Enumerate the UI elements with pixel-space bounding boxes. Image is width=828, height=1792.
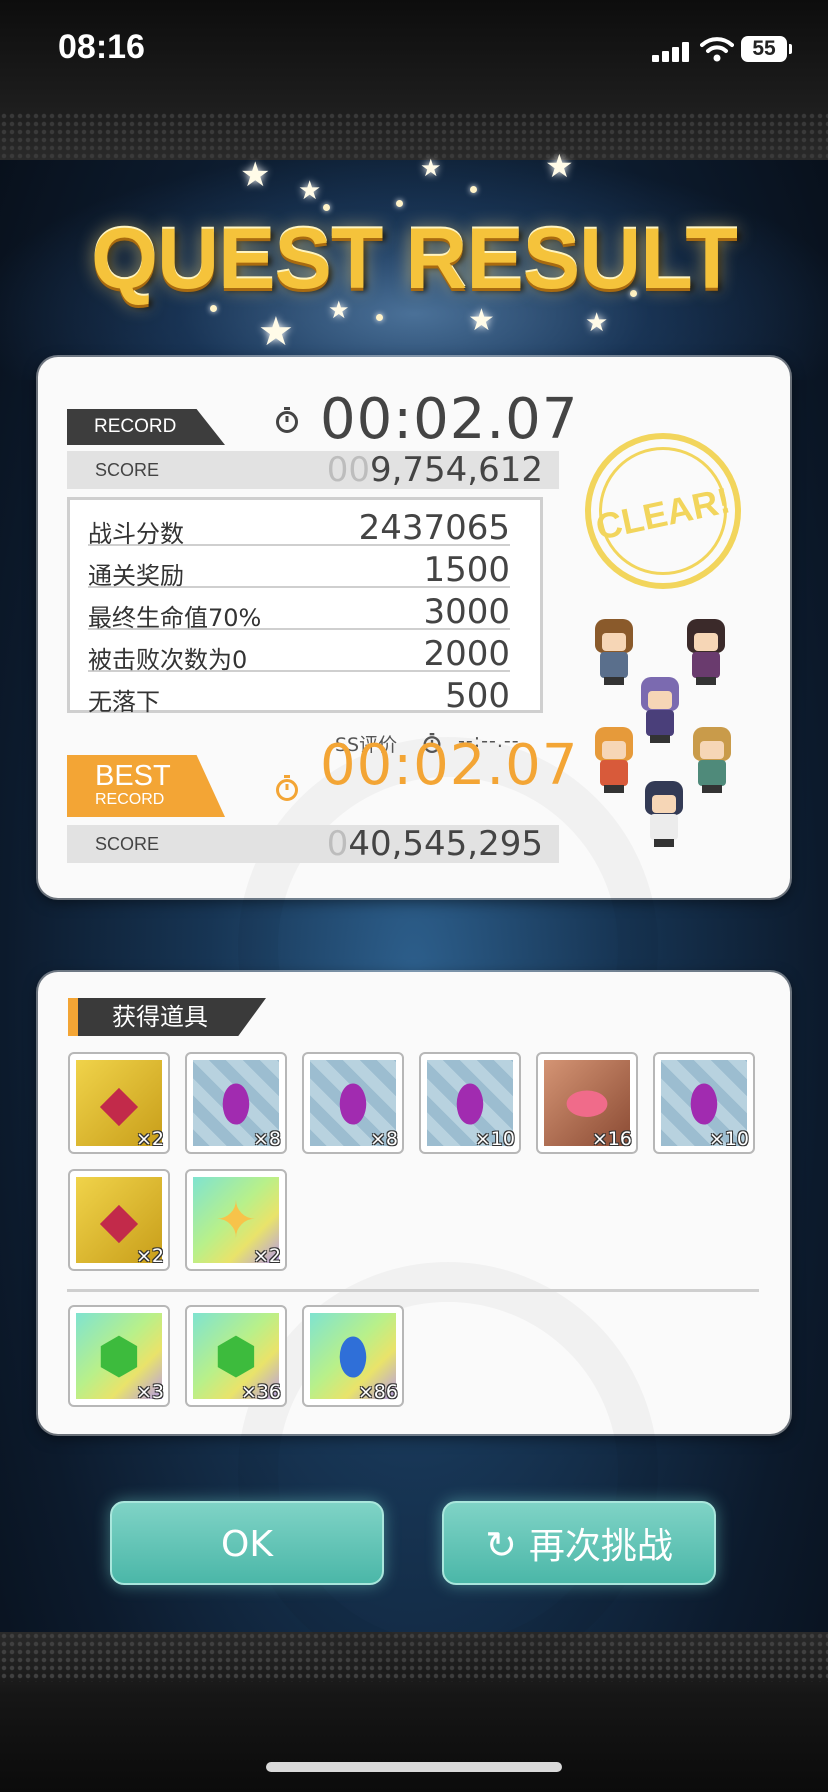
best-record-tag: BEST RECORD — [67, 755, 225, 817]
wifi-icon — [700, 37, 734, 62]
item-slot[interactable]: ⬮ ×8 — [185, 1052, 287, 1154]
score-label: SCORE — [95, 834, 160, 854]
item-slot[interactable]: ⬢ ×36 — [185, 1305, 287, 1407]
star-icon: ★ — [420, 154, 442, 182]
best-time: 00:02.07 — [320, 733, 579, 798]
top-frame — [0, 0, 828, 160]
red-crystal-icon: ◆ — [99, 1191, 139, 1249]
green-gem-icon: ⬢ — [97, 1327, 141, 1385]
sparkle — [396, 200, 403, 207]
item-slot[interactable]: ⬮ ×8 — [302, 1052, 404, 1154]
item-slot[interactable]: ⬮ ×86 — [302, 1305, 404, 1407]
record-score-bar: SCORE 009,754,612 — [67, 450, 559, 490]
pink-gem-icon: ⬬ — [565, 1074, 609, 1132]
star-icon: ★ — [585, 308, 609, 338]
breakdown-row: 通关奖励 1500 — [88, 546, 510, 590]
score-label: SCORE — [95, 460, 160, 480]
page-title: QUEST RESULT — [91, 211, 738, 307]
score-breakdown: 战斗分数 2437065 通关奖励 1500 最终生命值70% 3000 被击败… — [67, 497, 543, 716]
purple-drop-icon: ⬮ — [688, 1074, 720, 1132]
items-divider — [67, 1289, 759, 1292]
star-icon: ★ — [240, 155, 271, 195]
clear-stamp: CLEAR! — [585, 433, 741, 589]
item-slot[interactable]: ⬬ ×16 — [536, 1052, 638, 1154]
item-slot[interactable]: ⬮ ×10 — [653, 1052, 755, 1154]
best-score: 040,545,295 — [326, 824, 543, 864]
battery-tip — [789, 44, 792, 54]
home-indicator[interactable] — [266, 1762, 562, 1772]
item-slot[interactable]: ⬮ ×10 — [419, 1052, 521, 1154]
character-sprite — [635, 677, 685, 743]
ok-button[interactable]: OK — [110, 1501, 384, 1585]
best-score-bar: SCORE 040,545,295 — [67, 824, 559, 864]
refresh-icon: ↻ — [485, 1523, 517, 1567]
sparkle — [376, 314, 383, 321]
emblem-watermark — [238, 1262, 658, 1682]
items-panel: 获得道具 ◆ ×2 ⬮ ×8 ⬮ ×8 ⬮ ×10 ⬬ ×16 ⬮ ×10 ◆ … — [38, 972, 790, 1434]
blue-drop-icon: ⬮ — [337, 1327, 369, 1385]
sparkle — [470, 186, 477, 193]
purple-drop-icon: ⬮ — [454, 1074, 486, 1132]
purple-drop-icon: ⬮ — [337, 1074, 369, 1132]
cellular-signal-icon — [652, 42, 690, 62]
purple-drop-icon: ⬮ — [220, 1074, 252, 1132]
breakdown-row: 被击败次数为0 2000 — [88, 630, 510, 674]
item-slot[interactable]: ◆ ×2 — [68, 1169, 170, 1271]
star-icon: ★ — [468, 303, 495, 338]
stopwatch-icon — [276, 407, 298, 433]
character-sprite — [639, 781, 689, 847]
item-slot[interactable]: ⬢ ×3 — [68, 1305, 170, 1407]
star-icon: ★ — [258, 309, 294, 355]
character-sprite — [681, 619, 731, 685]
retry-button[interactable]: ↻ 再次挑战 — [442, 1501, 716, 1585]
items-header: 获得道具 — [68, 998, 266, 1036]
stopwatch-icon — [276, 775, 298, 801]
breakdown-row: 战斗分数 2437065 — [88, 504, 510, 548]
character-sprite — [589, 727, 639, 793]
red-crystal-icon: ◆ — [99, 1074, 139, 1132]
star-icon: ★ — [298, 176, 322, 206]
status-time: 08:16 — [58, 28, 145, 66]
result-panel: RECORD 00:02.07 SCORE 009,754,612 战斗分数 2… — [38, 357, 790, 898]
battery-icon: 55 — [741, 36, 787, 62]
character-sprite — [687, 727, 737, 793]
record-tag: RECORD — [67, 409, 225, 445]
green-gem-icon: ⬢ — [214, 1327, 258, 1385]
gold-star-icon: ✦ — [215, 1191, 257, 1249]
item-slot[interactable]: ◆ ×2 — [68, 1052, 170, 1154]
star-icon: ★ — [545, 147, 574, 185]
character-sprite — [589, 619, 639, 685]
record-time: 00:02.07 — [320, 387, 579, 452]
party-characters — [589, 619, 789, 859]
item-slot[interactable]: ✦ ×2 — [185, 1169, 287, 1271]
breakdown-row: 无落下 500 — [88, 676, 510, 716]
record-score: 009,754,612 — [326, 450, 543, 490]
breakdown-row: 最终生命值70% 3000 — [88, 588, 510, 632]
